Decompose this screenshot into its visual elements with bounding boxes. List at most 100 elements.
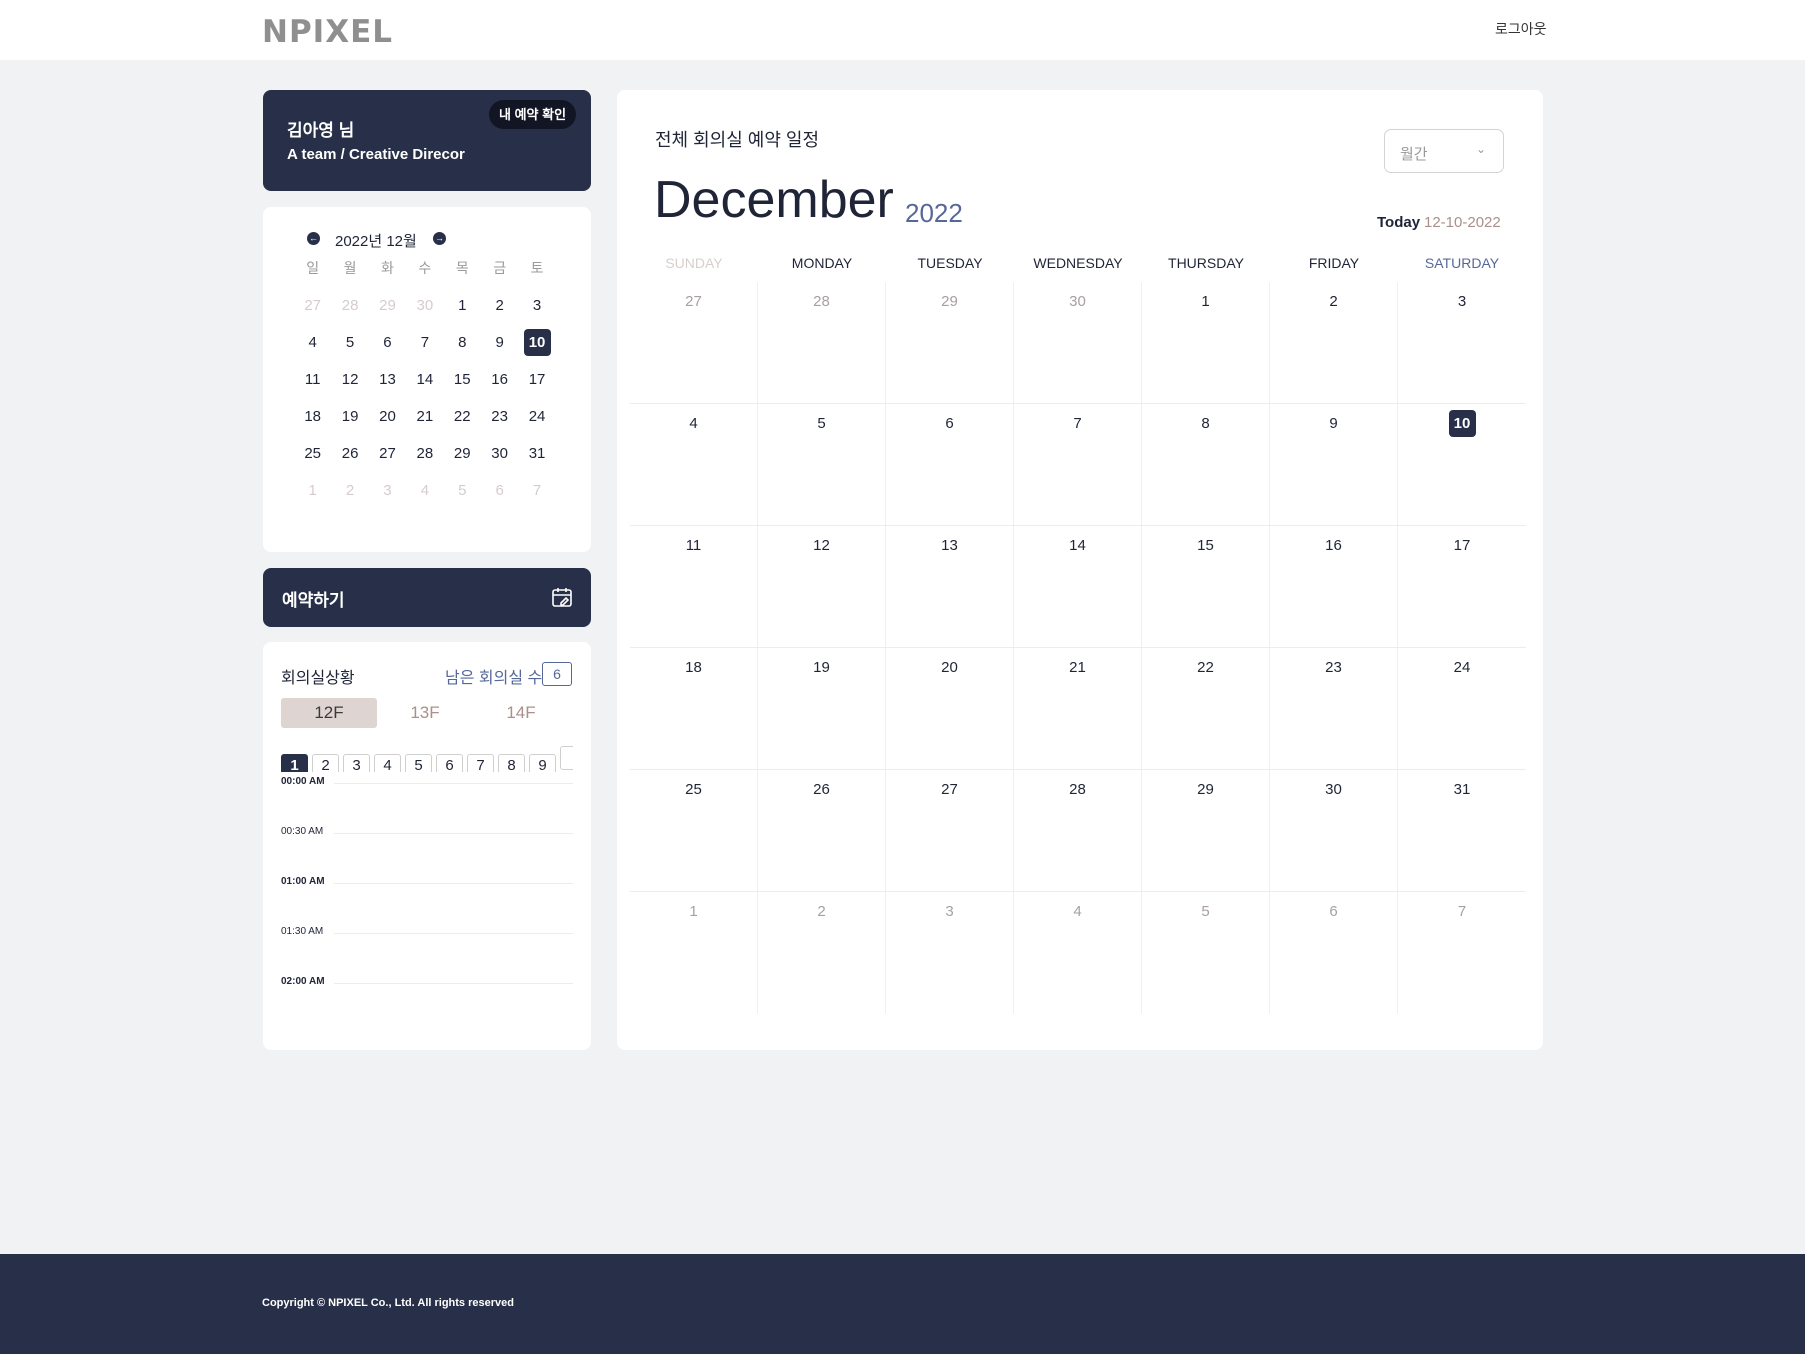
room-tab[interactable]: 2	[312, 754, 339, 772]
my-reservation-button[interactable]: 내 예약 확인	[489, 100, 577, 129]
floor-tab-12f[interactable]: 12F	[281, 698, 377, 728]
room-tab[interactable]: 3	[343, 754, 370, 772]
mini-day[interactable]: 5	[331, 330, 368, 367]
mini-day[interactable]: 29	[444, 441, 481, 478]
calendar-day-cell[interactable]: 28	[1014, 770, 1142, 892]
calendar-day-cell[interactable]: 5	[758, 404, 886, 526]
mini-day[interactable]: 11	[294, 367, 331, 404]
mini-day[interactable]: 14	[406, 367, 443, 404]
prev-month-icon[interactable]: ←	[307, 232, 320, 245]
calendar-day-cell[interactable]: 20	[886, 648, 1014, 770]
calendar-day-cell[interactable]: 14	[1014, 526, 1142, 648]
calendar-day-cell[interactable]: 21	[1014, 648, 1142, 770]
time-slot-row[interactable]: 01:00 AM	[281, 876, 573, 932]
mini-day[interactable]: 4	[406, 478, 443, 515]
mini-day[interactable]: 1	[444, 293, 481, 330]
mini-day[interactable]: 22	[444, 404, 481, 441]
mini-day[interactable]: 27	[294, 293, 331, 330]
calendar-day-cell[interactable]: 31	[1398, 770, 1526, 892]
calendar-day-cell[interactable]: 18	[630, 648, 758, 770]
room-tab[interactable]: 6	[436, 754, 463, 772]
calendar-day-cell[interactable]: 16	[1270, 526, 1398, 648]
calendar-day-cell[interactable]: 15	[1142, 526, 1270, 648]
time-slot-row[interactable]: 01:30 AM	[281, 926, 573, 982]
calendar-day-cell[interactable]: 2	[758, 892, 886, 1014]
calendar-day-cell[interactable]: 27	[630, 282, 758, 404]
calendar-day-cell[interactable]: 30	[1014, 282, 1142, 404]
mini-day[interactable]: 3	[518, 293, 555, 330]
next-month-icon[interactable]: →	[433, 232, 446, 245]
calendar-day-cell[interactable]: 3	[1398, 282, 1526, 404]
mini-day[interactable]: 5	[444, 478, 481, 515]
calendar-day-cell[interactable]: 2	[1270, 282, 1398, 404]
floor-tab-14f[interactable]: 14F	[473, 698, 569, 728]
mini-day[interactable]: 30	[406, 293, 443, 330]
mini-day[interactable]: 3	[369, 478, 406, 515]
time-slot-row[interactable]: 00:00 AM	[281, 776, 573, 832]
mini-day[interactable]: 20	[369, 404, 406, 441]
mini-day[interactable]: 7	[518, 478, 555, 515]
calendar-day-cell[interactable]: 4	[630, 404, 758, 526]
mini-day[interactable]: 7	[406, 330, 443, 367]
calendar-day-cell[interactable]: 29	[886, 282, 1014, 404]
calendar-day-cell[interactable]: 3	[886, 892, 1014, 1014]
mini-day[interactable]: 9	[481, 330, 518, 367]
room-tab[interactable]: 7	[467, 754, 494, 772]
room-tab[interactable]: 8	[498, 754, 525, 772]
mini-day[interactable]: 26	[331, 441, 368, 478]
calendar-day-cell[interactable]: 6	[1270, 892, 1398, 1014]
mini-day[interactable]: 28	[406, 441, 443, 478]
room-tab[interactable]: 5	[405, 754, 432, 772]
mini-day[interactable]: 6	[481, 478, 518, 515]
reserve-button[interactable]: 예약하기	[263, 568, 591, 627]
calendar-day-cell[interactable]: 28	[758, 282, 886, 404]
calendar-day-cell[interactable]: 5	[1142, 892, 1270, 1014]
mini-day[interactable]: 4	[294, 330, 331, 367]
mini-day[interactable]: 28	[331, 293, 368, 330]
calendar-day-cell[interactable]: 9	[1270, 404, 1398, 526]
mini-day[interactable]: 21	[406, 404, 443, 441]
calendar-day-cell[interactable]: 7	[1014, 404, 1142, 526]
logout-link[interactable]: 로그아웃	[1495, 19, 1547, 39]
mini-day[interactable]: 17	[518, 367, 555, 404]
calendar-day-cell[interactable]: 8	[1142, 404, 1270, 526]
calendar-day-today[interactable]: 10	[1398, 404, 1526, 526]
mini-day[interactable]: 19	[331, 404, 368, 441]
calendar-day-cell[interactable]: 13	[886, 526, 1014, 648]
calendar-day-cell[interactable]: 29	[1142, 770, 1270, 892]
calendar-day-cell[interactable]: 4	[1014, 892, 1142, 1014]
mini-day[interactable]: 2	[481, 293, 518, 330]
mini-day[interactable]: 13	[369, 367, 406, 404]
view-mode-select[interactable]: 월간 ⌄	[1384, 129, 1504, 173]
mini-day[interactable]: 29	[369, 293, 406, 330]
calendar-day-cell[interactable]: 17	[1398, 526, 1526, 648]
calendar-day-cell[interactable]: 12	[758, 526, 886, 648]
calendar-day-cell[interactable]: 22	[1142, 648, 1270, 770]
time-slot-row[interactable]: 02:00 AM	[281, 976, 573, 1032]
calendar-day-cell[interactable]: 24	[1398, 648, 1526, 770]
calendar-day-cell[interactable]: 11	[630, 526, 758, 648]
calendar-day-cell[interactable]: 23	[1270, 648, 1398, 770]
mini-day[interactable]: 12	[331, 367, 368, 404]
mini-day[interactable]: 25	[294, 441, 331, 478]
calendar-day-cell[interactable]: 27	[886, 770, 1014, 892]
room-tab[interactable]: 1	[281, 754, 308, 772]
calendar-day-cell[interactable]: 19	[758, 648, 886, 770]
time-slot-row[interactable]: 00:30 AM	[281, 826, 573, 882]
mini-day[interactable]: 23	[481, 404, 518, 441]
calendar-day-cell[interactable]: 25	[630, 770, 758, 892]
mini-day[interactable]: 31	[518, 441, 555, 478]
calendar-day-cell[interactable]: 1	[1142, 282, 1270, 404]
mini-day[interactable]: 24	[518, 404, 555, 441]
floor-tab-13f[interactable]: 13F	[377, 698, 473, 728]
mini-day[interactable]: 1	[294, 478, 331, 515]
mini-day[interactable]: 18	[294, 404, 331, 441]
room-tab[interactable]	[560, 746, 573, 770]
room-tab[interactable]: 4	[374, 754, 401, 772]
mini-day-today[interactable]: 10	[518, 329, 555, 367]
calendar-day-cell[interactable]: 7	[1398, 892, 1526, 1014]
calendar-day-cell[interactable]: 26	[758, 770, 886, 892]
calendar-day-cell[interactable]: 1	[630, 892, 758, 1014]
mini-day[interactable]: 8	[444, 330, 481, 367]
room-tab[interactable]: 9	[529, 754, 556, 772]
